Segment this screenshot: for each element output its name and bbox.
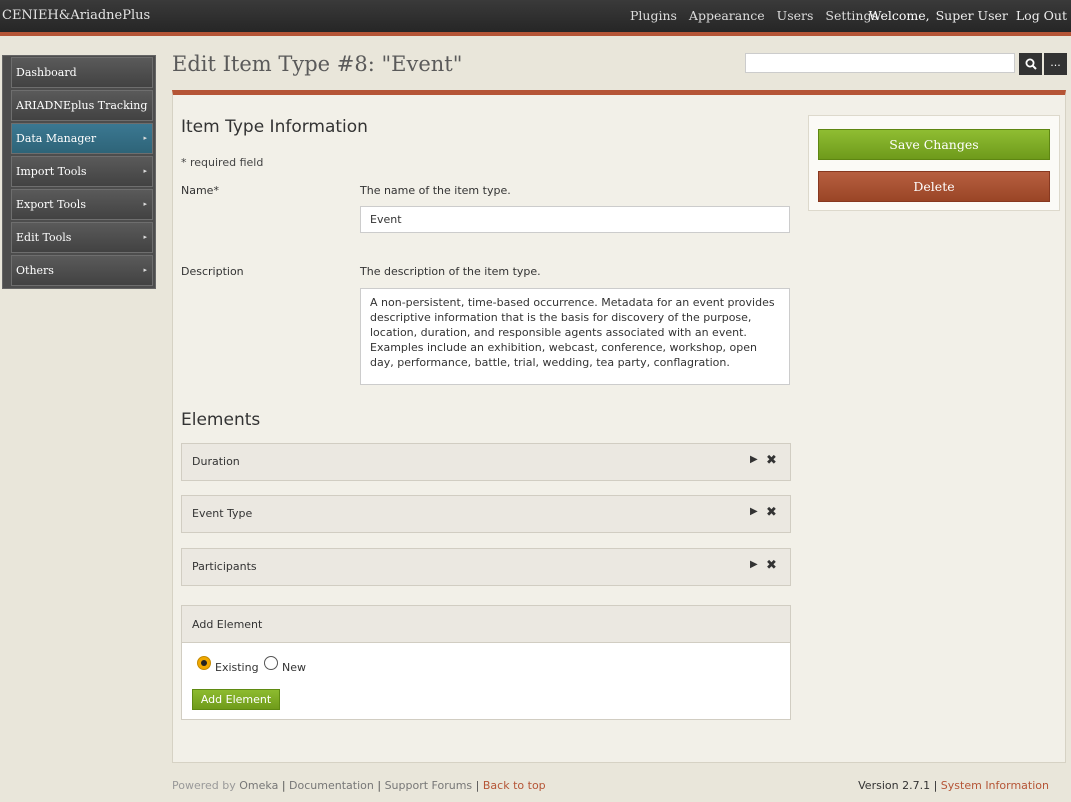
radio-new-label: New (282, 661, 306, 674)
chevron-right-icon: ▸ (143, 167, 147, 175)
sidebar-item-label: Others (16, 264, 54, 277)
add-element-title: Add Element (192, 618, 263, 631)
sidebar-item-label: Export Tools (16, 198, 86, 211)
expand-icon[interactable]: ▶ (750, 559, 758, 570)
page-title: Edit Item Type #8: "Event" (172, 52, 463, 76)
delete-button[interactable]: Delete (818, 171, 1050, 202)
add-element-button[interactable]: Add Element (192, 689, 280, 710)
chevron-right-icon: ▸ (143, 233, 147, 241)
radio-existing[interactable] (197, 656, 211, 670)
name-label: Name* (181, 184, 219, 197)
version-text: Version 2.7.1 (858, 779, 931, 792)
search-button[interactable] (1019, 53, 1042, 75)
expand-icon[interactable]: ▶ (750, 454, 758, 465)
sidebar-item-label: ARIADNEplus Tracking (16, 99, 148, 112)
user-link[interactable]: Super User (936, 8, 1008, 23)
chevron-right-icon: ▸ (143, 266, 147, 274)
global-nav: Plugins Appearance Users Settings (630, 8, 886, 23)
description-textarea[interactable]: A non-persistent, time-based occurrence.… (360, 288, 790, 385)
element-row-event-type: Event Type ▶ ✖ (181, 495, 791, 533)
back-to-top-link[interactable]: Back to top (483, 779, 546, 792)
remove-icon[interactable]: ✖ (766, 558, 777, 573)
description-label: Description (181, 265, 244, 278)
footer-version: Version 2.7.1 | System Information (858, 779, 1049, 792)
save-changes-button[interactable]: Save Changes (818, 129, 1050, 160)
add-element-box: Add Element Existing New Add Element (181, 605, 791, 720)
top-bar: CENIEH&AriadnePlus Plugins Appearance Us… (0, 0, 1071, 36)
remove-icon[interactable]: ✖ (766, 505, 777, 520)
sidebar-item-label: Dashboard (16, 66, 77, 79)
footer-separator: | (377, 779, 382, 792)
footer-separator: | (475, 779, 480, 792)
footer-links: Powered by Omeka | Documentation | Suppo… (172, 779, 546, 792)
name-input[interactable]: Event (360, 206, 790, 233)
element-name: Duration (192, 455, 240, 468)
element-row-duration: Duration ▶ ✖ (181, 443, 791, 481)
description-help: The description of the item type. (360, 265, 541, 278)
logout-link[interactable]: Log Out (1016, 8, 1067, 23)
system-information-link[interactable]: System Information (941, 779, 1049, 792)
sidebar-item-label: Data Manager (16, 132, 97, 145)
elements-title: Elements (181, 410, 261, 430)
sidebar-item-data-manager[interactable]: Data Manager ▸ (11, 123, 153, 154)
section-title: Item Type Information (181, 117, 368, 137)
remove-icon[interactable]: ✖ (766, 453, 777, 468)
search-input[interactable] (745, 53, 1015, 73)
element-row-participants: Participants ▶ ✖ (181, 548, 791, 586)
sidebar-item-ariadneplus-tracking[interactable]: ARIADNEplus Tracking (11, 90, 153, 121)
sidebar-item-export-tools[interactable]: Export Tools ▸ (11, 189, 153, 220)
element-name: Event Type (192, 507, 253, 520)
radio-existing-label: Existing (215, 661, 259, 674)
documentation-link[interactable]: Documentation (289, 779, 374, 792)
footer-separator: | (281, 779, 286, 792)
name-help: The name of the item type. (360, 184, 511, 197)
site-title[interactable]: CENIEH&AriadnePlus (2, 8, 150, 23)
nav-plugins[interactable]: Plugins (630, 8, 677, 23)
radio-new[interactable] (264, 656, 278, 670)
sidebar: Dashboard ARIADNEplus Tracking Data Mana… (2, 55, 156, 289)
footer-separator: | (933, 779, 938, 792)
add-element-header: Add Element (182, 606, 790, 643)
save-panel: Save Changes Delete (808, 115, 1060, 211)
sidebar-item-edit-tools[interactable]: Edit Tools ▸ (11, 222, 153, 253)
chevron-right-icon: ▸ (143, 134, 147, 142)
expand-icon[interactable]: ▶ (750, 506, 758, 517)
omeka-link[interactable]: Omeka (239, 779, 278, 792)
support-forums-link[interactable]: Support Forums (385, 779, 473, 792)
sidebar-item-label: Edit Tools (16, 231, 72, 244)
sidebar-item-dashboard[interactable]: Dashboard (11, 57, 153, 88)
advanced-search-button[interactable]: ... (1044, 53, 1067, 75)
sidebar-item-others[interactable]: Others ▸ (11, 255, 153, 286)
element-name: Participants (192, 560, 257, 573)
nav-appearance[interactable]: Appearance (689, 8, 765, 23)
powered-by-text: Powered by (172, 779, 236, 792)
chevron-right-icon: ▸ (143, 200, 147, 208)
content-panel: Item Type Information * required field N… (172, 90, 1066, 763)
sidebar-item-import-tools[interactable]: Import Tools ▸ (11, 156, 153, 187)
nav-users[interactable]: Users (777, 8, 814, 23)
user-nav: Welcome, Super User Log Out (869, 8, 1067, 23)
search-icon (1025, 58, 1037, 70)
welcome-text: Welcome, (868, 8, 930, 23)
required-note: * required field (181, 156, 264, 169)
sidebar-item-label: Import Tools (16, 165, 87, 178)
